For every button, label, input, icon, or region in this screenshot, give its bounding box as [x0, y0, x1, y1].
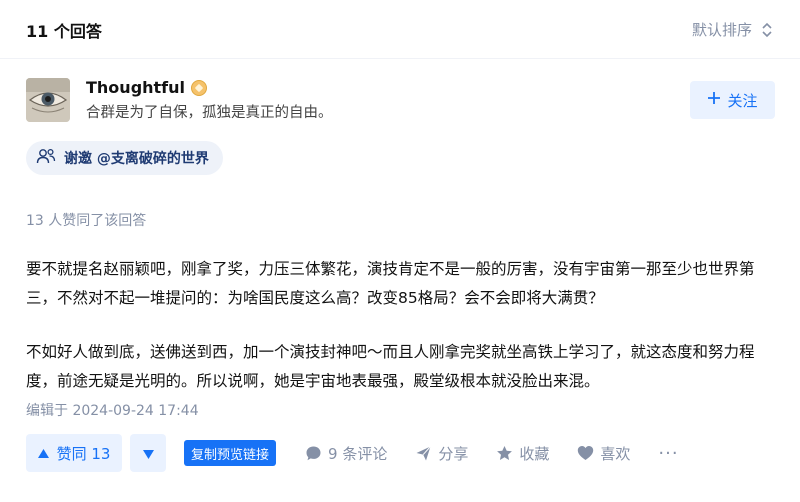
avatar[interactable]: [26, 78, 70, 122]
comment-label: 9 条评论: [328, 444, 388, 463]
more-dots-icon: ···: [658, 442, 679, 464]
share-button[interactable]: 分享: [415, 443, 468, 464]
share-label: 分享: [438, 444, 469, 463]
vote-up-label: 赞同 13: [56, 444, 111, 463]
share-plane-icon: [415, 445, 432, 462]
more-options-button[interactable]: ···: [658, 443, 678, 464]
action-bar: 赞同 13 复制预览链接 9 条评论 分享 收藏 喜欢 ···: [26, 434, 679, 472]
star-icon: [496, 445, 513, 462]
triangle-down-icon: [142, 444, 154, 463]
answer-count: 11 个回答: [26, 22, 102, 41]
sort-dropdown[interactable]: 默认排序: [692, 19, 772, 40]
copy-preview-link-button[interactable]: 复制预览链接: [184, 440, 277, 466]
collect-label: 收藏: [519, 444, 550, 463]
like-label: 喜欢: [600, 444, 631, 463]
author-bio: 合群是为了自保，孤独是真正的自由。: [86, 105, 333, 121]
follow-label: 关注: [727, 91, 758, 110]
triangle-up-icon: [37, 444, 49, 462]
answers-header: 11 个回答 默认排序: [0, 0, 800, 59]
invite-people-icon: [36, 147, 56, 169]
edit-time[interactable]: 编辑于 2024-09-24 17:44: [26, 400, 199, 420]
badge-icon: [191, 79, 208, 96]
sort-arrows-icon: [762, 22, 772, 38]
answer-content: 要不就提名赵丽颖吧，刚拿了奖，力压三体繁花，演技肯定不是一般的厉害，没有宇宙第一…: [26, 255, 778, 396]
author-name[interactable]: Thoughtful: [86, 78, 208, 97]
sort-label: 默认排序: [691, 21, 752, 39]
vote-up-button[interactable]: 赞同 13: [26, 434, 122, 472]
like-button[interactable]: 喜欢: [577, 443, 630, 464]
answer-paragraph: 不如好人做到底，送佛送到西，加一个演技封神吧～而且人刚拿完奖就坐高铁上学习了，就…: [26, 343, 755, 390]
vote-down-button[interactable]: [130, 434, 166, 472]
answer-paragraph: 要不就提名赵丽颖吧，刚拿了奖，力压三体繁花，演技肯定不是一般的厉害，没有宇宙第一…: [26, 260, 755, 307]
invite-tag[interactable]: 谢邀 @支离破碎的世界: [26, 141, 223, 175]
follow-button[interactable]: 关注: [690, 81, 775, 119]
vote-summary: 13 人赞同了该回答: [26, 213, 147, 229]
collect-button[interactable]: 收藏: [496, 443, 549, 464]
author-name-text[interactable]: Thoughtful: [86, 78, 185, 97]
invite-label[interactable]: 谢邀 @支离破碎的世界: [64, 148, 209, 168]
comment-bubble-icon: [305, 445, 322, 462]
heart-icon: [577, 445, 594, 461]
plus-icon: [707, 91, 721, 109]
comment-button[interactable]: 9 条评论: [305, 443, 387, 464]
